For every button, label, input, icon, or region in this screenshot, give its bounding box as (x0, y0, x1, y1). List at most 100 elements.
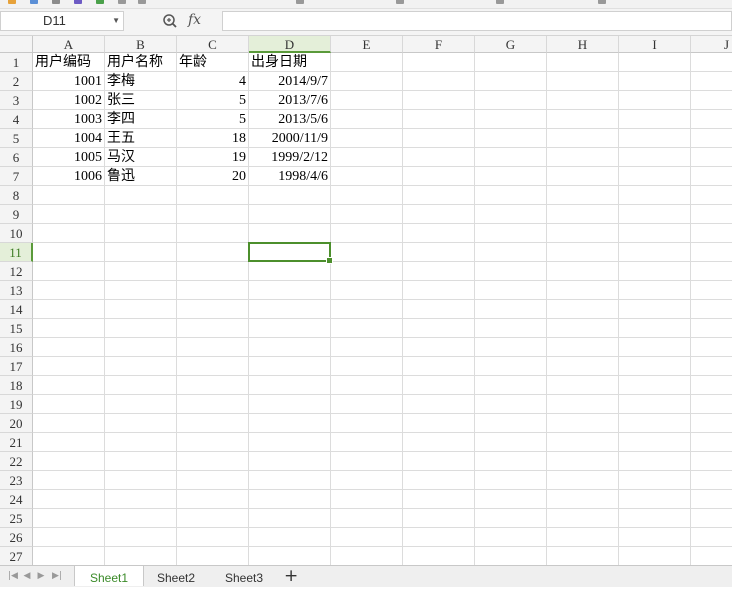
cell-f2[interactable] (403, 72, 475, 91)
cell-j22[interactable] (691, 452, 732, 471)
row-header-13[interactable]: 13 (0, 281, 33, 300)
cell-e16[interactable] (331, 338, 403, 357)
column-header-b[interactable]: B (105, 36, 177, 53)
cell-i12[interactable] (619, 262, 691, 281)
cell-g20[interactable] (475, 414, 547, 433)
cell-b23[interactable] (105, 471, 177, 490)
cell-a17[interactable] (33, 357, 105, 376)
cell-f8[interactable] (403, 186, 475, 205)
cell-d20[interactable] (249, 414, 331, 433)
cell-b25[interactable] (105, 509, 177, 528)
cell-j2[interactable] (691, 72, 732, 91)
cell-f7[interactable] (403, 167, 475, 186)
cell-i14[interactable] (619, 300, 691, 319)
cell-c4[interactable]: 5 (177, 110, 249, 129)
cell-d21[interactable] (249, 433, 331, 452)
row-header-20[interactable]: 20 (0, 414, 33, 433)
cell-g13[interactable] (475, 281, 547, 300)
cell-g1[interactable] (475, 53, 547, 72)
tab-sheet3[interactable]: Sheet3 (210, 566, 278, 586)
fx-icon[interactable]: fx (188, 12, 201, 28)
cell-h8[interactable] (547, 186, 619, 205)
cell-c24[interactable] (177, 490, 249, 509)
cell-h1[interactable] (547, 53, 619, 72)
cell-j27[interactable] (691, 547, 732, 565)
cell-j8[interactable] (691, 186, 732, 205)
row-header-16[interactable]: 16 (0, 338, 33, 357)
cell-f6[interactable] (403, 148, 475, 167)
cell-h22[interactable] (547, 452, 619, 471)
cell-i17[interactable] (619, 357, 691, 376)
first-sheet-icon[interactable]: |◀ (8, 570, 18, 582)
cell-i23[interactable] (619, 471, 691, 490)
cell-b17[interactable] (105, 357, 177, 376)
fill-handle[interactable] (326, 257, 333, 264)
cell-b19[interactable] (105, 395, 177, 414)
cell-j20[interactable] (691, 414, 732, 433)
cell-e18[interactable] (331, 376, 403, 395)
cell-b20[interactable] (105, 414, 177, 433)
cell-i9[interactable] (619, 205, 691, 224)
row-header-11[interactable]: 11 (0, 243, 33, 262)
cell-a2[interactable]: 1001 (33, 72, 105, 91)
cell-d10[interactable] (249, 224, 331, 243)
cell-j10[interactable] (691, 224, 732, 243)
column-header-e[interactable]: E (331, 36, 403, 53)
cell-f9[interactable] (403, 205, 475, 224)
cell-c5[interactable]: 18 (177, 129, 249, 148)
cell-h5[interactable] (547, 129, 619, 148)
row-header-26[interactable]: 26 (0, 528, 33, 547)
cell-a6[interactable]: 1005 (33, 148, 105, 167)
cell-g12[interactable] (475, 262, 547, 281)
cell-e11[interactable] (331, 243, 403, 262)
cell-d24[interactable] (249, 490, 331, 509)
cell-a9[interactable] (33, 205, 105, 224)
cell-c1[interactable]: 年龄 (177, 53, 249, 72)
cell-d26[interactable] (249, 528, 331, 547)
row-header-5[interactable]: 5 (0, 129, 33, 148)
cell-f22[interactable] (403, 452, 475, 471)
row-header-3[interactable]: 3 (0, 91, 33, 110)
cell-e19[interactable] (331, 395, 403, 414)
column-header-h[interactable]: H (547, 36, 619, 53)
cell-c18[interactable] (177, 376, 249, 395)
zoom-icon[interactable] (162, 13, 178, 29)
cell-d23[interactable] (249, 471, 331, 490)
toolbar-icon[interactable] (496, 0, 504, 4)
cell-e8[interactable] (331, 186, 403, 205)
cell-f26[interactable] (403, 528, 475, 547)
cell-a4[interactable]: 1003 (33, 110, 105, 129)
cell-i22[interactable] (619, 452, 691, 471)
chevron-down-icon[interactable]: ▼ (112, 12, 120, 30)
cell-d2[interactable]: 2014/9/7 (249, 72, 331, 91)
cell-a3[interactable]: 1002 (33, 91, 105, 110)
toolbar-icon[interactable] (598, 0, 606, 4)
cell-c8[interactable] (177, 186, 249, 205)
cell-c27[interactable] (177, 547, 249, 565)
toolbar-icon[interactable] (52, 0, 60, 4)
cell-f10[interactable] (403, 224, 475, 243)
cell-j5[interactable] (691, 129, 732, 148)
cell-d12[interactable] (249, 262, 331, 281)
toolbar-icon[interactable] (138, 0, 146, 4)
cell-g4[interactable] (475, 110, 547, 129)
cell-d25[interactable] (249, 509, 331, 528)
cell-b13[interactable] (105, 281, 177, 300)
cell-a5[interactable]: 1004 (33, 129, 105, 148)
row-header-17[interactable]: 17 (0, 357, 33, 376)
column-header-j[interactable]: J (691, 36, 732, 53)
cell-d8[interactable] (249, 186, 331, 205)
cell-e17[interactable] (331, 357, 403, 376)
cell-d6[interactable]: 1999/2/12 (249, 148, 331, 167)
cell-f3[interactable] (403, 91, 475, 110)
cell-g8[interactable] (475, 186, 547, 205)
cell-g25[interactable] (475, 509, 547, 528)
row-header-25[interactable]: 25 (0, 509, 33, 528)
cell-f13[interactable] (403, 281, 475, 300)
column-header-f[interactable]: F (403, 36, 475, 53)
cell-e13[interactable] (331, 281, 403, 300)
row-header-22[interactable]: 22 (0, 452, 33, 471)
cell-i1[interactable] (619, 53, 691, 72)
cell-a27[interactable] (33, 547, 105, 565)
cell-f17[interactable] (403, 357, 475, 376)
